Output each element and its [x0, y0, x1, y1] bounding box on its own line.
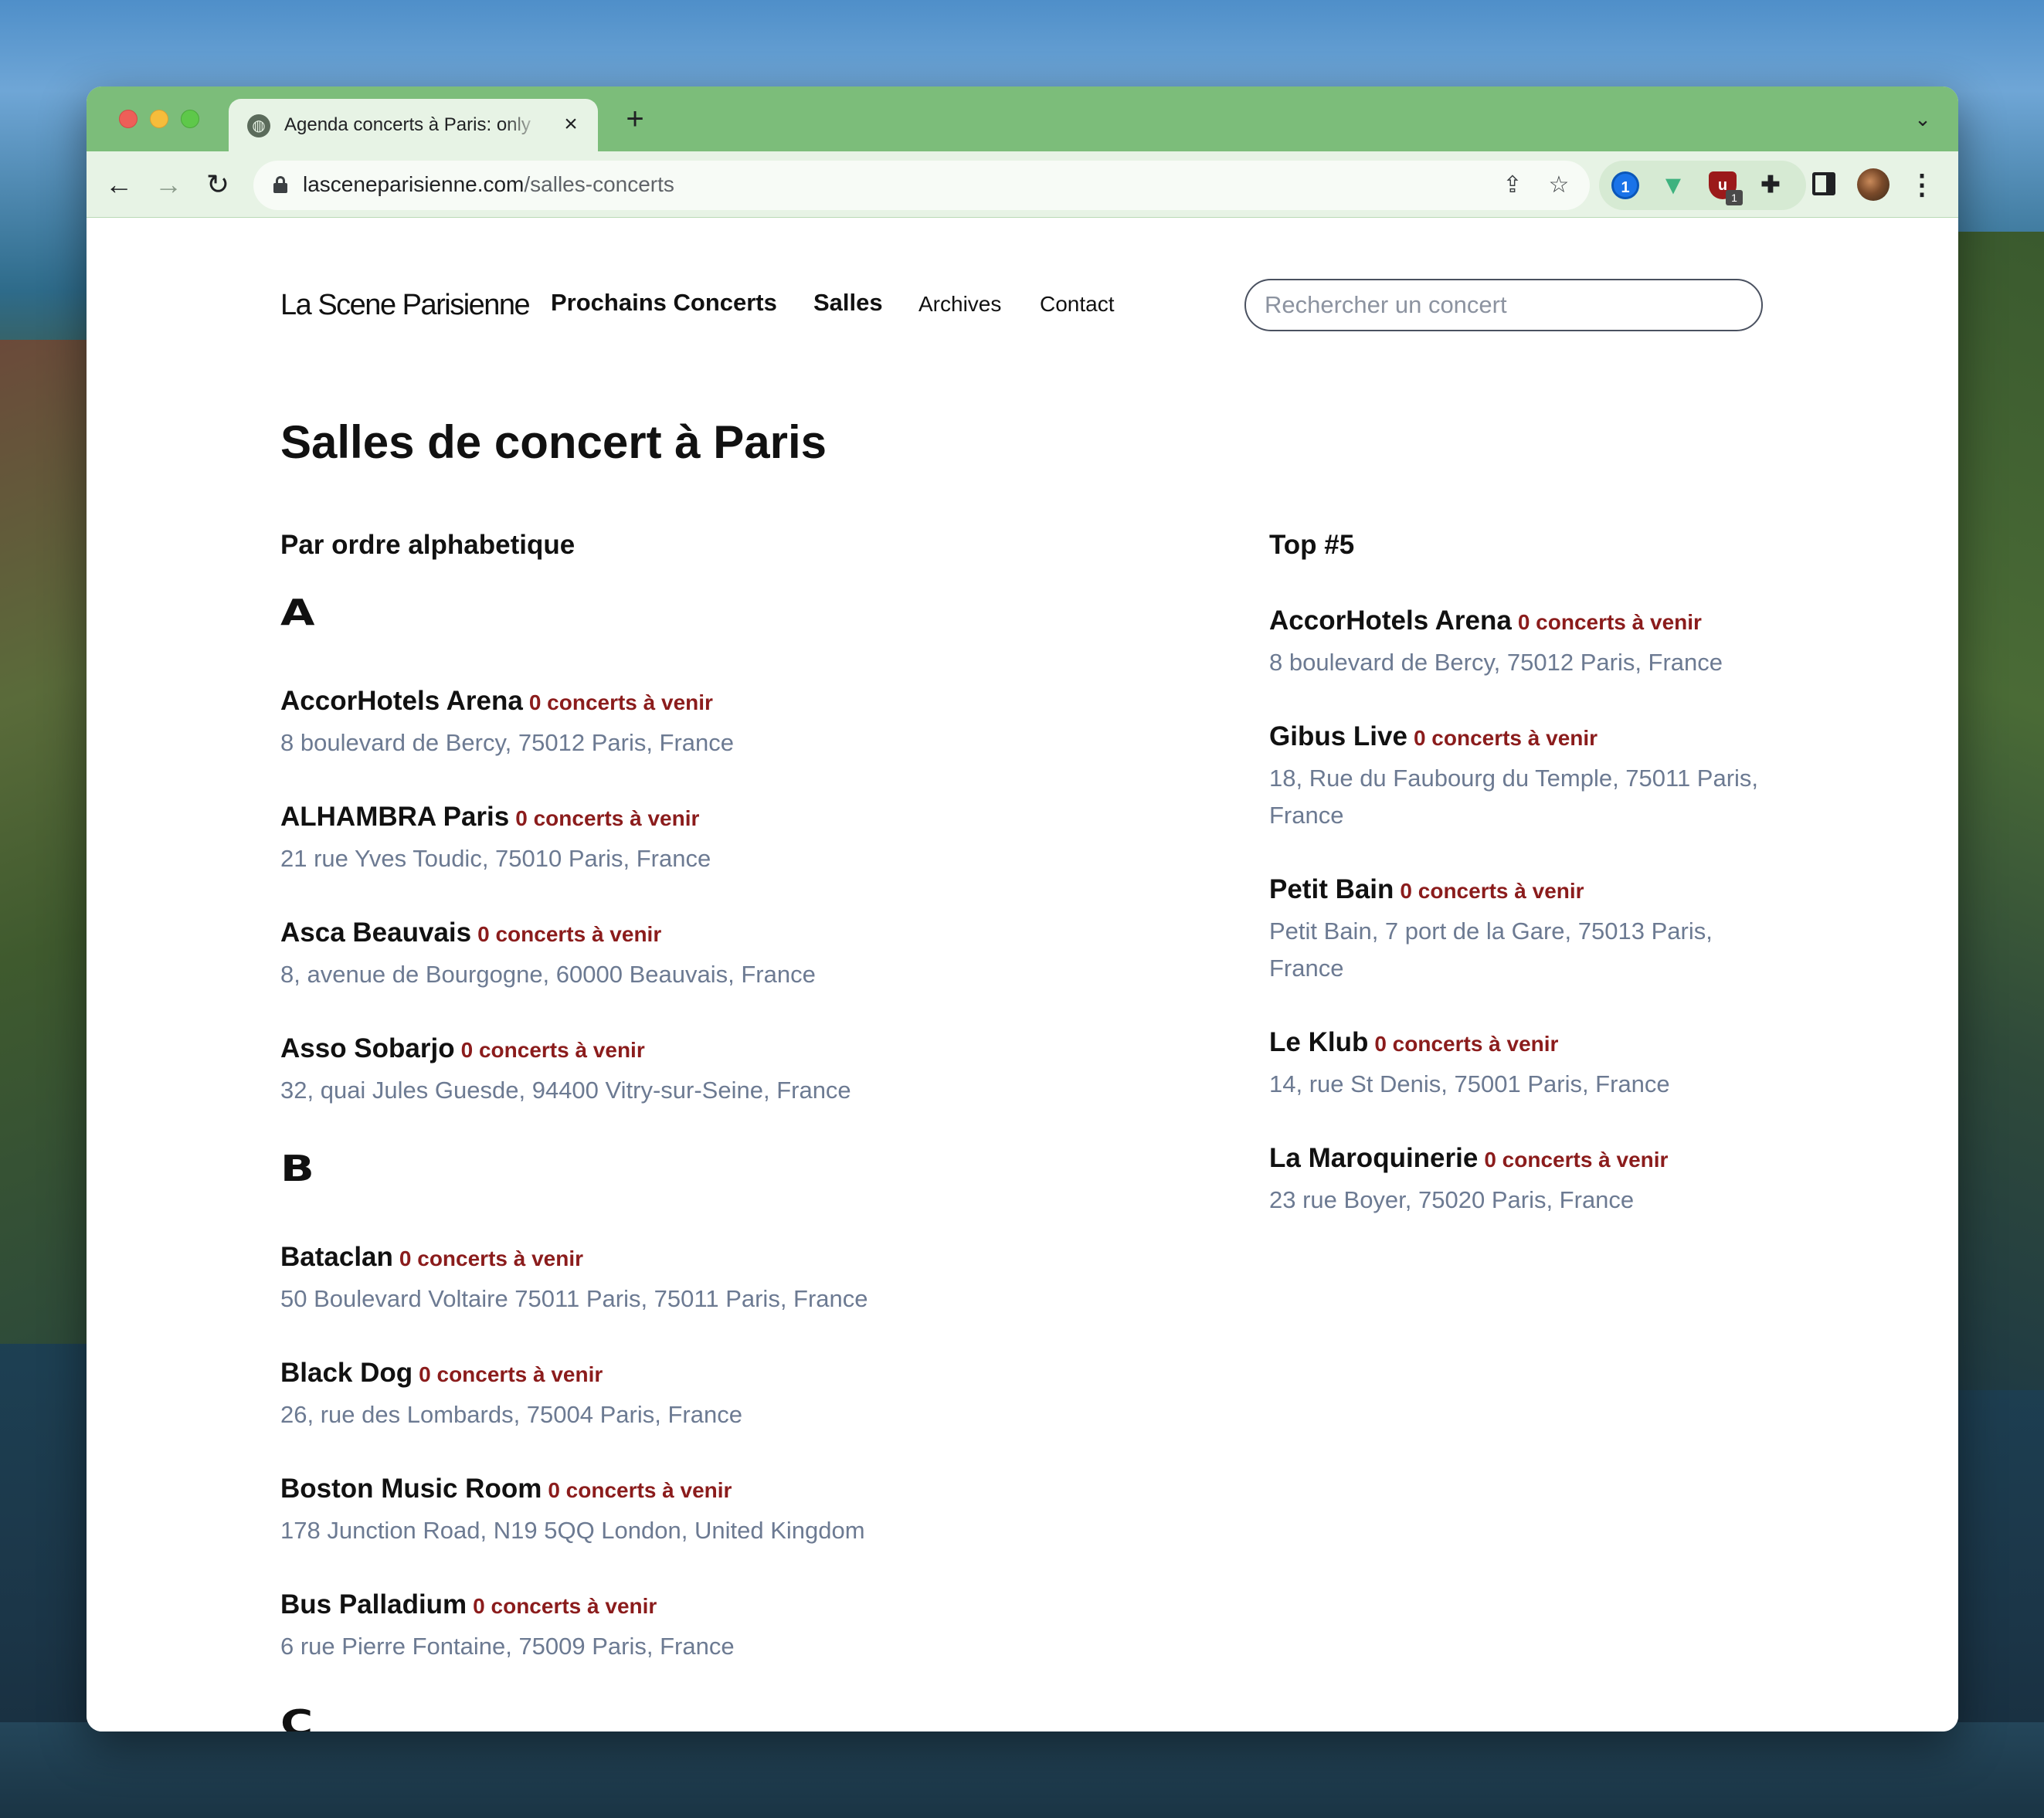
- venue-name-link[interactable]: AccorHotels Arena: [280, 686, 523, 716]
- venue-address: 23 rue Boyer, 75020 Paris, France: [1269, 1186, 1635, 1213]
- nav-archives[interactable]: Archives: [918, 292, 1001, 317]
- venue-item: Bus Palladium 0 concerts à venir 6 rue Pi…: [280, 1589, 735, 1665]
- extensions-group: 1 ▼ u 1 ✚: [1599, 161, 1806, 210]
- venue-address: 50 Boulevard Voltaire 75011 Paris, 75011…: [280, 1285, 868, 1312]
- venue-address: 14, rue St Denis, 75001 Paris, France: [1269, 1070, 1670, 1097]
- venue-item: Asca Beauvais 0 concerts à venir 8, avenu…: [280, 917, 816, 993]
- venue-name-link[interactable]: Boston Music Room: [280, 1474, 542, 1504]
- side-panel-icon[interactable]: [1812, 172, 1835, 195]
- url-text[interactable]: lasceneparisienne.com/salles-concerts: [303, 172, 674, 197]
- venue-address: 8 boulevard de Bercy, 75012 Paris, Franc…: [1269, 649, 1723, 676]
- upcoming-count: 0 concerts à venir: [399, 1246, 584, 1270]
- venue-name-link[interactable]: ALHAMBRA Paris: [280, 802, 509, 832]
- upcoming-count: 0 concerts à venir: [473, 1594, 657, 1618]
- active-tab[interactable]: ◍ Agenda concerts à Paris: only ×: [229, 99, 598, 151]
- venue-item: Bataclan 0 concerts à venir 50 Boulevard …: [280, 1242, 868, 1318]
- vue-devtools-extension-icon[interactable]: ▼: [1659, 171, 1687, 199]
- upcoming-count: 0 concerts à venir: [460, 1038, 645, 1062]
- more-menu-icon[interactable]: ⋮: [1908, 168, 1936, 201]
- reload-icon[interactable]: ↻: [199, 166, 236, 203]
- top-venue-item: AccorHotels Arena 0 concerts à venir 8 bo…: [1269, 605, 1723, 681]
- profile-avatar[interactable]: [1857, 168, 1890, 201]
- minimize-window-button[interactable]: [150, 110, 168, 128]
- venue-address: 6 rue Pierre Fontaine, 75009 Paris, Fran…: [280, 1633, 735, 1660]
- venue-address: 26, rue des Lombards, 75004 Paris, Franc…: [280, 1401, 742, 1428]
- top-venue-item: Petit Bain 0 concerts à venir Petit Bain,…: [1269, 874, 1764, 987]
- upcoming-count: 0 concerts à venir: [1374, 1032, 1559, 1056]
- venue-address: 32, quai Jules Guesde, 94400 Vitry-sur-S…: [280, 1077, 851, 1104]
- alphabetical-heading: Par ordre alphabetique: [280, 530, 576, 560]
- venue-name-link[interactable]: Petit Bain: [1269, 874, 1394, 904]
- nav-venues[interactable]: Salles: [813, 289, 883, 317]
- desktop-wallpaper-right: [1944, 232, 2044, 1390]
- letter-heading: C: [280, 1702, 314, 1732]
- url-path: /salles-concerts: [524, 172, 674, 196]
- venue-item: Boston Music Room 0 concerts à venir 178 …: [280, 1474, 865, 1549]
- extensions-puzzle-icon[interactable]: ✚: [1757, 171, 1784, 199]
- close-tab-icon[interactable]: ×: [558, 111, 584, 137]
- address-bar[interactable]: lasceneparisienne.com/salles-concerts ⇪ …: [253, 161, 1590, 210]
- site-header: La Scene Parisienne Prochains Concerts S…: [87, 218, 1958, 349]
- upcoming-count: 0 concerts à venir: [1400, 879, 1584, 903]
- close-window-button[interactable]: [119, 110, 138, 128]
- upcoming-count: 0 concerts à venir: [548, 1478, 732, 1502]
- concert-search-input[interactable]: [1244, 279, 1763, 331]
- tab-search-chevron-icon[interactable]: ⌄: [1909, 105, 1937, 133]
- venue-name-link[interactable]: Black Dog: [280, 1358, 413, 1388]
- top-venue-item: Le Klub 0 concerts à venir 14, rue St Den…: [1269, 1027, 1670, 1103]
- venue-name-link[interactable]: Asca Beauvais: [280, 917, 471, 948]
- venue-address: Petit Bain, 7 port de la Gare, 75013 Par…: [1269, 917, 1713, 982]
- top5-heading: Top #5: [1269, 530, 1355, 560]
- upcoming-count: 0 concerts à venir: [1517, 610, 1702, 634]
- venue-item: Asso Sobarjo 0 concerts à venir 32, quai …: [280, 1033, 851, 1109]
- upcoming-count: 0 concerts à venir: [515, 806, 700, 830]
- venue-address: 8, avenue de Bourgogne, 60000 Beauvais, …: [280, 961, 816, 988]
- tab-title: Agenda concerts à Paris: only: [284, 114, 531, 135]
- lock-icon[interactable]: [273, 176, 287, 193]
- venue-name-link[interactable]: Bataclan: [280, 1242, 393, 1272]
- venue-address: 8 boulevard de Bercy, 75012 Paris, Franc…: [280, 729, 735, 756]
- site-logo[interactable]: La Scene Parisienne: [280, 289, 531, 322]
- page-title: Salles de concert à Paris: [280, 416, 827, 468]
- top-venue-item: Gibus Live 0 concerts à venir 18, Rue du …: [1269, 721, 1764, 834]
- new-tab-button[interactable]: +: [618, 102, 652, 136]
- venue-name-link[interactable]: Le Klub: [1269, 1027, 1368, 1057]
- venue-name-link[interactable]: Asso Sobarjo: [280, 1033, 455, 1063]
- zoom-window-button[interactable]: [181, 110, 199, 128]
- venue-item: AccorHotels Arena 0 concerts à venir 8 bo…: [280, 686, 734, 761]
- tab-bar: ◍ Agenda concerts à Paris: only × + ⌄: [87, 86, 1958, 151]
- back-arrow-icon[interactable]: ←: [100, 166, 138, 203]
- globe-icon: ◍: [247, 114, 270, 137]
- nav-contact[interactable]: Contact: [1040, 292, 1115, 317]
- venue-item: Black Dog 0 concerts à venir 26, rue des …: [280, 1358, 742, 1433]
- ublock-badge: 1: [1726, 190, 1743, 205]
- letter-heading: B: [280, 1148, 314, 1189]
- venue-name-link[interactable]: AccorHotels Arena: [1269, 605, 1512, 636]
- upcoming-count: 0 concerts à venir: [477, 922, 662, 946]
- upcoming-count: 0 concerts à venir: [528, 690, 713, 714]
- upcoming-count: 0 concerts à venir: [1484, 1148, 1669, 1172]
- venue-name-link[interactable]: La Maroquinerie: [1269, 1143, 1478, 1173]
- nav-upcoming-concerts[interactable]: Prochains Concerts: [551, 289, 777, 317]
- share-icon[interactable]: ⇪: [1499, 171, 1526, 199]
- upcoming-count: 0 concerts à venir: [1413, 726, 1598, 750]
- venue-address: 18, Rue du Faubourg du Temple, 75011 Par…: [1269, 765, 1759, 829]
- web-page: La Scene Parisienne Prochains Concerts S…: [87, 218, 1958, 1732]
- venue-name-link[interactable]: Bus Palladium: [280, 1589, 467, 1620]
- venue-item: ALHAMBRA Paris 0 concerts à venir 21 rue …: [280, 802, 711, 877]
- password-manager-extension-icon[interactable]: 1: [1611, 171, 1639, 199]
- bookmark-star-icon[interactable]: ☆: [1545, 171, 1573, 199]
- desktop-wallpaper-sea: [0, 1722, 2044, 1818]
- top-venue-item: La Maroquinerie 0 concerts à venir 23 rue…: [1269, 1143, 1668, 1219]
- venue-address: 21 rue Yves Toudic, 75010 Paris, France: [280, 845, 711, 872]
- venue-address: 178 Junction Road, N19 5QQ London, Unite…: [280, 1517, 865, 1544]
- browser-toolbar: ← → ↻ lasceneparisienne.com/salles-conce…: [87, 151, 1958, 218]
- upcoming-count: 0 concerts à venir: [419, 1362, 603, 1386]
- url-host: lasceneparisienne.com: [303, 172, 525, 196]
- venue-name-link[interactable]: Gibus Live: [1269, 721, 1407, 751]
- letter-heading: A: [280, 592, 315, 633]
- forward-arrow-icon[interactable]: →: [150, 166, 187, 203]
- browser-window: ◍ Agenda concerts à Paris: only × + ⌄ ← …: [87, 86, 1958, 1732]
